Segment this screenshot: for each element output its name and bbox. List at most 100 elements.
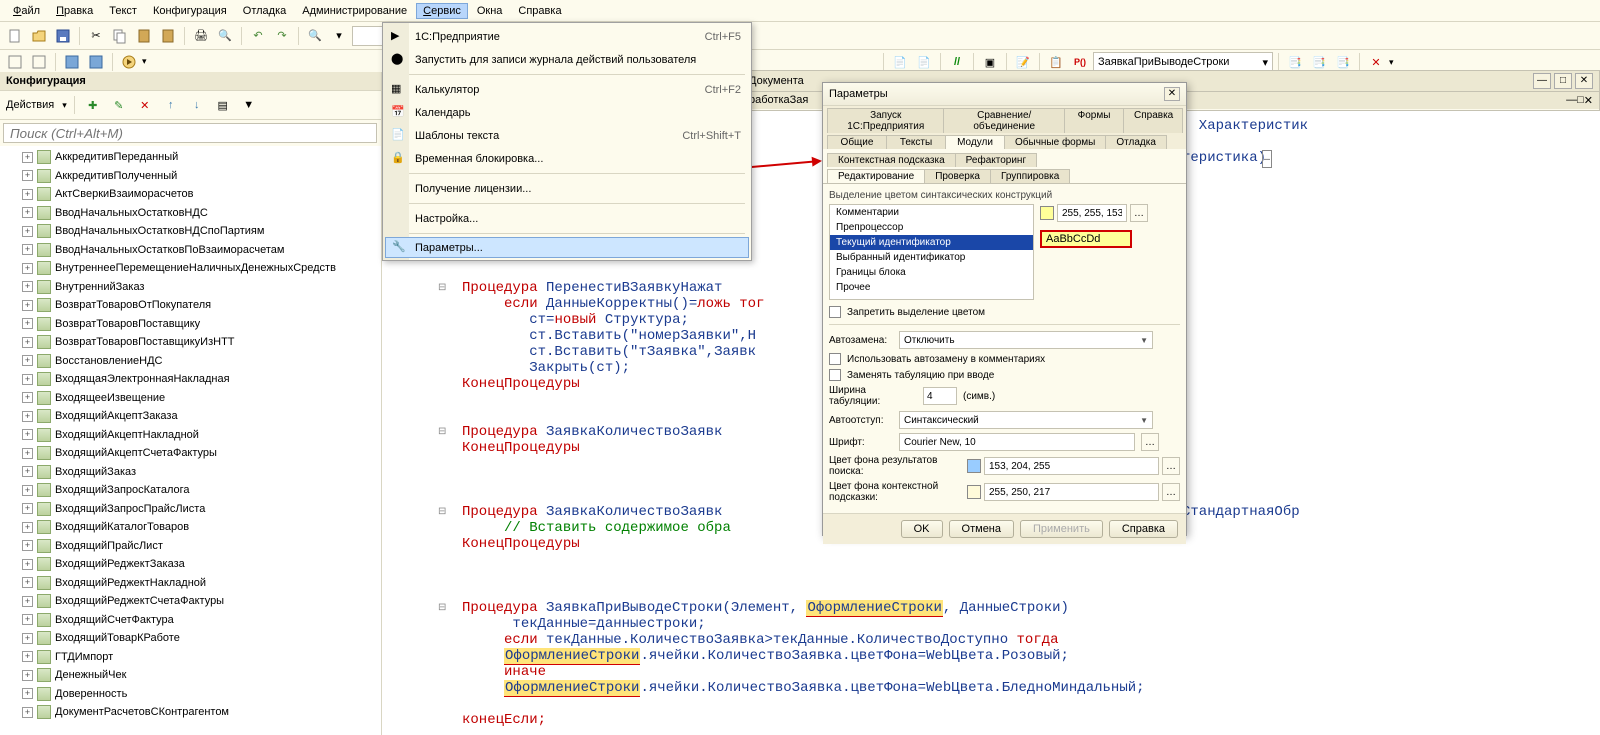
- menu-item[interactable]: 🔒Временная блокировка...: [385, 147, 749, 170]
- tab[interactable]: Отладка: [1105, 135, 1167, 149]
- tree-item[interactable]: +ВходящийПрайсЛист: [0, 537, 381, 556]
- tree-item[interactable]: +ДокументРасчетовСКонтрагентом: [0, 703, 381, 722]
- new-icon[interactable]: [4, 25, 26, 47]
- search-bg-picker[interactable]: …: [1162, 457, 1180, 475]
- config-filter-input[interactable]: [3, 123, 377, 143]
- font-picker-btn[interactable]: …: [1141, 433, 1159, 451]
- expand-icon[interactable]: +: [22, 281, 33, 292]
- tab[interactable]: Обычные формы: [1004, 135, 1106, 149]
- syntax-listbox[interactable]: КомментарииПрепроцессорТекущий идентифик…: [829, 204, 1034, 300]
- tree-item[interactable]: +ВходящееИзвещение: [0, 389, 381, 408]
- expand-icon[interactable]: +: [22, 670, 33, 681]
- expand-icon[interactable]: +: [22, 448, 33, 459]
- expand-icon[interactable]: +: [22, 614, 33, 625]
- tab[interactable]: Формы: [1064, 108, 1124, 133]
- expand-icon[interactable]: +: [22, 577, 33, 588]
- tree-item[interactable]: +ВходящийРеджектЗаказа: [0, 555, 381, 574]
- tree-item[interactable]: +ВходящийТоварКРаботе: [0, 629, 381, 648]
- tree-item[interactable]: +АккредитивПереданный: [0, 148, 381, 167]
- hint-bg-input[interactable]: [984, 483, 1159, 501]
- tree-item[interactable]: +ДенежныйЧек: [0, 666, 381, 685]
- menu-windows[interactable]: Окна: [470, 3, 510, 19]
- ok-button[interactable]: OK: [901, 520, 943, 538]
- autoreplace-comments-checkbox[interactable]: [829, 353, 841, 365]
- tree-item[interactable]: +АккредитивПолученный: [0, 167, 381, 186]
- expand-icon[interactable]: +: [22, 429, 33, 440]
- cfg-add-icon[interactable]: ✚: [82, 94, 104, 116]
- tree-item[interactable]: +ВводНачальныхОстатковНДСпоПартиям: [0, 222, 381, 241]
- menu-item[interactable]: 🔧Параметры...: [385, 237, 749, 258]
- cfg-filter-icon[interactable]: ▼: [238, 94, 260, 116]
- expand-icon[interactable]: +: [22, 170, 33, 181]
- cfg-edit-icon[interactable]: ✎: [108, 94, 130, 116]
- autoreplace-select[interactable]: Отключить▼: [899, 331, 1153, 349]
- menu-edit[interactable]: Правка: [49, 3, 100, 19]
- tab[interactable]: Группировка: [990, 169, 1070, 183]
- actions-label[interactable]: Действия: [6, 99, 54, 111]
- search-bg-swatch[interactable]: [967, 459, 981, 473]
- tree-item[interactable]: +ВозвратТоваровПоставщику: [0, 315, 381, 334]
- tree-item[interactable]: +ВосстановлениеНДС: [0, 352, 381, 371]
- font-input[interactable]: [899, 433, 1135, 451]
- expand-icon[interactable]: +: [22, 152, 33, 163]
- tree-item[interactable]: +ВходящийЗаказ: [0, 463, 381, 482]
- cfg-down-icon[interactable]: ↓: [186, 94, 208, 116]
- list-item[interactable]: Текущий идентификатор: [830, 235, 1033, 250]
- menu-help[interactable]: Справка: [511, 3, 568, 19]
- indent-select[interactable]: Синтаксический▼: [899, 411, 1153, 429]
- tb2-icon-2[interactable]: [28, 51, 50, 73]
- tab[interactable]: Запуск 1С:Предприятия: [827, 108, 944, 133]
- tree-item[interactable]: +АктСверкиВзаиморасчетов: [0, 185, 381, 204]
- tab[interactable]: Сравнение/объединение: [943, 108, 1065, 133]
- tree-item[interactable]: +ВводНачальныхОстатковПоВзаиморасчетам: [0, 241, 381, 260]
- menu-item[interactable]: 📅Календарь: [385, 101, 749, 124]
- tree-item[interactable]: +ВходящийАкцептЗаказа: [0, 407, 381, 426]
- expand-icon[interactable]: +: [22, 226, 33, 237]
- menu-file[interactable]: Файл: [6, 3, 47, 19]
- expand-icon[interactable]: +: [22, 688, 33, 699]
- menu-item[interactable]: ▦КалькуляторCtrl+F2: [385, 78, 749, 101]
- tree-item[interactable]: +ВозвратТоваровПоставщикуИзНТТ: [0, 333, 381, 352]
- findtext-icon[interactable]: ▾: [328, 25, 350, 47]
- menu-config[interactable]: Конфигурация: [146, 3, 234, 19]
- tree-item[interactable]: +ВходящаяЭлектроннаяНакладная: [0, 370, 381, 389]
- tab[interactable]: Справка: [1123, 108, 1183, 133]
- tab[interactable]: Контекстная подсказка: [827, 153, 956, 167]
- redo-icon[interactable]: ↷: [271, 25, 293, 47]
- tree-item[interactable]: +ВнутреннийЗаказ: [0, 278, 381, 297]
- replace-tab-checkbox[interactable]: [829, 369, 841, 381]
- expand-icon[interactable]: +: [22, 466, 33, 477]
- help-button[interactable]: Справка: [1109, 520, 1178, 538]
- paste2-icon[interactable]: [157, 25, 179, 47]
- minimize-icon[interactable]: —: [1533, 73, 1551, 89]
- tab[interactable]: Общие: [827, 135, 887, 149]
- expand-icon[interactable]: +: [22, 485, 33, 496]
- menu-item[interactable]: 📄Шаблоны текстаCtrl+Shift+T: [385, 124, 749, 147]
- apply-button[interactable]: Применить: [1020, 520, 1103, 538]
- preview-icon[interactable]: 🔍: [214, 25, 236, 47]
- tb2-icon-4[interactable]: [85, 51, 107, 73]
- search-bg-input[interactable]: [984, 457, 1159, 475]
- expand-icon[interactable]: +: [22, 651, 33, 662]
- expand-icon[interactable]: +: [22, 596, 33, 607]
- cfg-sort-icon[interactable]: ▤: [212, 94, 234, 116]
- config-tree[interactable]: +АккредитивПереданный+АккредитивПолученн…: [0, 146, 381, 735]
- save-icon[interactable]: [52, 25, 74, 47]
- expand-icon[interactable]: +: [22, 392, 33, 403]
- disable-highlight-checkbox[interactable]: [829, 306, 841, 318]
- color-picker-btn[interactable]: …: [1130, 204, 1148, 222]
- cancel-button[interactable]: Отмена: [949, 520, 1014, 538]
- expand-icon[interactable]: +: [22, 318, 33, 329]
- tab-width-spinner[interactable]: 4: [923, 387, 957, 405]
- color-value-input[interactable]: [1057, 204, 1127, 222]
- run-icon[interactable]: [118, 51, 140, 73]
- expand-icon[interactable]: +: [22, 355, 33, 366]
- tree-item[interactable]: +ВходящийРеджектНакладной: [0, 574, 381, 593]
- tree-item[interactable]: +ВводНачальныхОстатковНДС: [0, 204, 381, 223]
- tab[interactable]: Редактирование: [827, 169, 925, 183]
- cfg-up-icon[interactable]: ↑: [160, 94, 182, 116]
- tree-item[interactable]: +ВходящийСчетФактура: [0, 611, 381, 630]
- menu-service[interactable]: Сервис: [416, 3, 468, 19]
- tab[interactable]: Проверка: [924, 169, 991, 183]
- menu-item[interactable]: ⬤Запустить для записи журнала действий п…: [385, 48, 749, 71]
